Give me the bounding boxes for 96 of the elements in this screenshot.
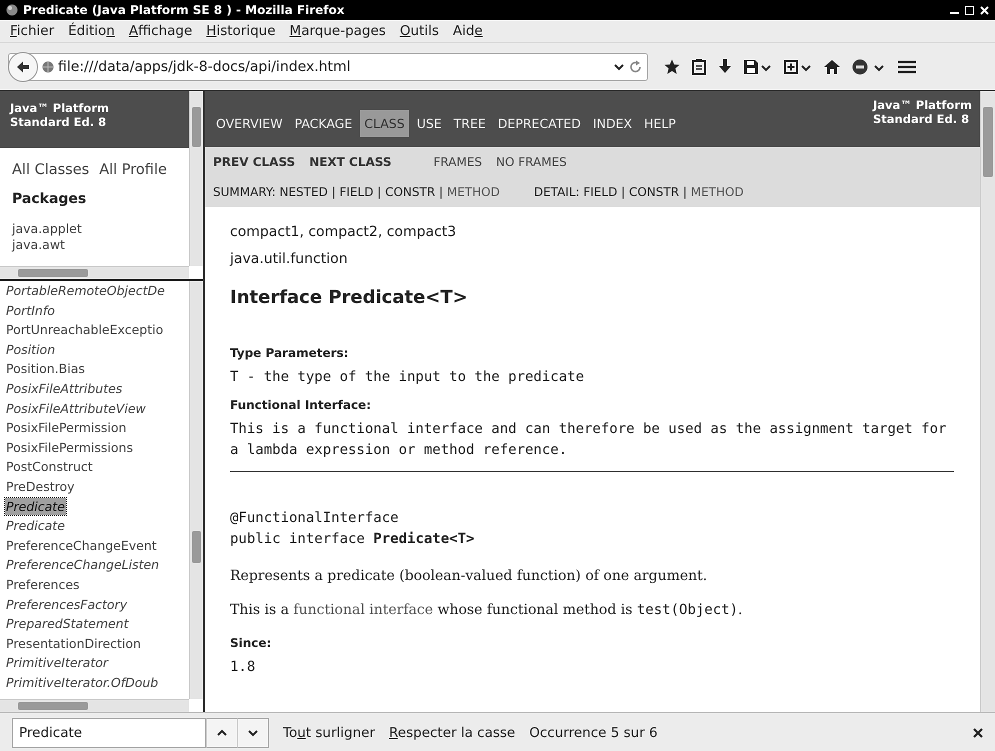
find-option[interactable]: Respecter la casse	[389, 724, 516, 740]
sidebar-item[interactable]: PreferencesFactory	[5, 594, 128, 614]
scrollbar[interactable]	[0, 266, 189, 279]
sidebar-item[interactable]: PortInfo	[5, 300, 56, 320]
nav-link[interactable]: NEXT CLASS	[309, 155, 392, 169]
package-name: java.util.function	[230, 250, 349, 269]
sidebar-item[interactable]: PreparedStatement	[5, 614, 130, 634]
sidebar-item[interactable]: PosixFileAttributes	[5, 378, 124, 399]
link[interactable]: METHOD	[446, 185, 500, 199]
nav-link[interactable]: NO FRAMES	[496, 155, 567, 169]
section-label: Type Parameters:	[230, 346, 350, 360]
sidebar-item[interactable]: PrimitiveIterator	[5, 653, 110, 673]
next-button[interactable]	[237, 718, 269, 748]
nav-link[interactable]: INDEX	[588, 110, 636, 136]
page-title: Interface Predicate<T>	[230, 287, 469, 308]
nav-link[interactable]: CLASS	[360, 110, 409, 136]
summary-nav: SUMMARY: NESTED | FIELD | CONSTR | METHOD	[213, 185, 500, 199]
menu-item[interactable]: Fichier	[10, 23, 54, 39]
caret-down-icon	[247, 728, 259, 738]
back-button[interactable]	[8, 52, 38, 82]
scrollbar[interactable]	[980, 91, 995, 712]
section-label: Since:	[230, 636, 272, 650]
menu-item[interactable]: Affichage	[128, 23, 192, 39]
find-option[interactable]: Tout surligner	[283, 724, 375, 740]
sidebar-item[interactable]: Predicate	[5, 498, 66, 515]
annotation-text: @FunctionalInterface	[230, 509, 400, 528]
window-title: Predicate (Java Platform SE 8 ) - Mozilla Firefox	[23, 3, 346, 17]
sidebar-item[interactable]: PreferenceChangeEvent	[5, 536, 158, 556]
scrollbar[interactable]	[189, 281, 203, 699]
home-icon[interactable]	[824, 60, 840, 74]
sidebar-item[interactable]: PortUnreachableExceptio	[5, 320, 164, 340]
nav-link[interactable]: PREV CLASS	[213, 155, 296, 169]
menu-item[interactable]: Aide	[452, 23, 483, 39]
description-text: Represents a predicate (boolean-valued function) of one argument.	[230, 568, 708, 584]
frame-link[interactable]: All Classes	[12, 162, 90, 178]
globe-icon	[42, 60, 54, 72]
chevron-down-icon[interactable]	[613, 62, 625, 72]
sidebar-item[interactable]: java.applet	[0, 221, 189, 237]
nav-link[interactable]: FRAMES	[434, 155, 482, 169]
download-icon[interactable]	[718, 58, 732, 74]
menu-item[interactable]: Marque-pages	[290, 23, 386, 39]
section-text: 1.8	[230, 658, 256, 677]
description-text: This is a functional interface whose functional method is test(Object).	[230, 602, 744, 618]
link[interactable]: METHOD	[690, 185, 744, 199]
back-arrow-icon	[16, 60, 30, 72]
sidebar-item[interactable]: java.awt	[0, 237, 189, 253]
address-bar[interactable]: file:///data/apps/jdk-8-docs/api/index.html	[8, 52, 648, 80]
detail-nav: DETAIL: FIELD | CONSTR | METHOD	[534, 185, 744, 199]
nav-link[interactable]: USE	[412, 110, 446, 136]
sidebar-item[interactable]: PresentationDirection	[5, 634, 142, 654]
search-field[interactable]: Predicate	[12, 718, 206, 748]
menu-item[interactable]: Historique	[206, 23, 276, 39]
match-count: Occurrence 5 sur 6	[529, 724, 659, 740]
save-icon[interactable]	[744, 60, 772, 74]
sidebar-item[interactable]: PosixFileAttributeView	[5, 398, 147, 418]
section-text: This is a functional interface and can therefore be used as the assignment target for a lambda expression or method reference.	[230, 420, 948, 460]
nav-link[interactable]: HELP	[640, 110, 680, 136]
close-icon[interactable]	[973, 728, 983, 738]
globe-icon	[6, 4, 18, 16]
nav-link[interactable]: OVERVIEW	[212, 110, 287, 136]
sidebar-item[interactable]: PortableRemoteObjectDe	[5, 281, 166, 301]
caret-up-icon	[216, 728, 228, 738]
platform-heading: Java™ Platform Standard Ed. 8	[0, 91, 189, 148]
star-icon[interactable]	[664, 58, 680, 74]
profiles-text: compact1, compact2, compact3	[230, 223, 458, 242]
sidebar-item[interactable]: Position.Bias	[5, 359, 86, 379]
sidebar-item[interactable]: PosixFilePermission	[5, 418, 128, 438]
declaration-text: public interface Predicate<T>	[230, 530, 476, 549]
sidebar-item[interactable]: Predicate	[5, 516, 66, 536]
platform-label: Java™ Platform Standard Ed. 8	[873, 97, 972, 126]
clipboard-icon[interactable]	[692, 58, 706, 74]
nav-link[interactable]: PACKAGE	[290, 110, 356, 136]
sidebar-item[interactable]: PostConstruct	[5, 457, 94, 477]
link[interactable]: functional interface	[293, 602, 434, 618]
frame-link[interactable]: All Profile	[99, 162, 167, 178]
nav-link[interactable]: TREE	[450, 110, 490, 136]
section-label: Functional Interface:	[230, 398, 372, 412]
menu-item[interactable]: Édition	[68, 23, 115, 39]
add-box-icon[interactable]	[784, 60, 812, 74]
menu-icon[interactable]	[898, 60, 916, 74]
section-text: T - the type of the input to the predicate	[230, 368, 586, 387]
sidebar-item[interactable]: Position	[5, 340, 56, 360]
packages-heading: Packages	[11, 190, 88, 209]
previous-button[interactable]	[206, 718, 237, 748]
nav-link[interactable]: DEPRECATED	[494, 110, 585, 136]
sidebar-item[interactable]: PreferenceChangeListen	[5, 555, 160, 575]
maximize-icon[interactable]	[965, 5, 974, 15]
sidebar-item[interactable]: PreDestroy	[5, 476, 76, 497]
adblock-icon[interactable]	[852, 58, 886, 74]
scrollbar[interactable]	[0, 699, 189, 712]
scrollbar[interactable]	[189, 91, 203, 266]
menu-item[interactable]: Outils	[400, 23, 439, 39]
sidebar-item[interactable]: PosixFilePermissions	[5, 438, 134, 458]
url-text: file:///data/apps/jdk-8-docs/api/index.html	[58, 58, 352, 74]
sidebar-item[interactable]: Preferences	[5, 574, 81, 594]
sidebar-item[interactable]: PrimitiveIterator.OfDoub	[5, 672, 160, 692]
